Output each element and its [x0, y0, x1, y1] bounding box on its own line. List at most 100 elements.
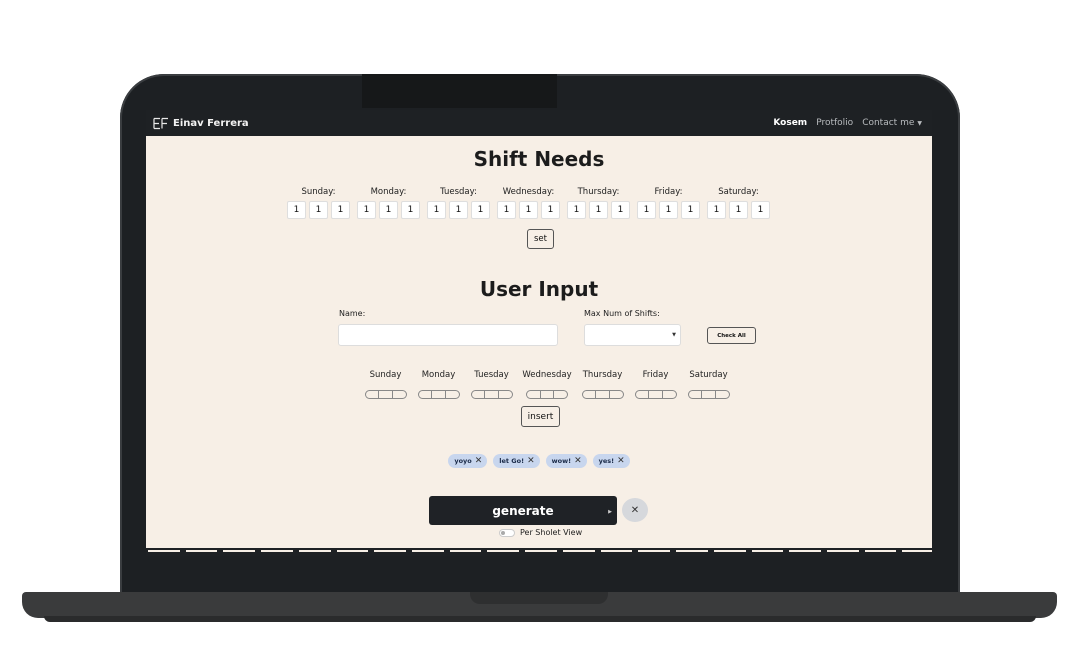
- shift-checkbox[interactable]: [596, 391, 610, 398]
- shift-count-input[interactable]: 1: [611, 201, 630, 219]
- day-group-sunday: Sunday: 1 1 1: [287, 187, 350, 219]
- day-group-monday: Monday: 1 1 1: [357, 187, 420, 219]
- shift-checkbox[interactable]: [689, 391, 703, 398]
- availability-day: Friday: [629, 370, 682, 399]
- user-chip-label: yoyo: [454, 457, 472, 465]
- shift-count-input[interactable]: 1: [567, 201, 586, 219]
- day-label: Friday:: [654, 187, 683, 197]
- shift-checkbox[interactable]: [554, 391, 567, 398]
- shift-checkbox[interactable]: [499, 391, 512, 398]
- shift-checkbox[interactable]: [485, 391, 499, 398]
- shift-checkbox[interactable]: [541, 391, 555, 398]
- shift-count-input[interactable]: 1: [589, 201, 608, 219]
- shift-checkbox[interactable]: [419, 391, 433, 398]
- shift-checkbox[interactable]: [446, 391, 459, 398]
- clear-button[interactable]: ✕: [622, 498, 648, 522]
- shift-count-input[interactable]: 1: [751, 201, 770, 219]
- shift-checkbox[interactable]: [366, 391, 380, 398]
- shift-count-input[interactable]: 1: [659, 201, 678, 219]
- shift-count-input[interactable]: 1: [729, 201, 748, 219]
- navbar: Einav Ferrera Kosem Protfolio Contact me…: [146, 110, 932, 136]
- generate-button[interactable]: generate ▶: [429, 496, 617, 525]
- strip-segment: [148, 550, 180, 552]
- strip-segment: [562, 550, 595, 552]
- check-all-button[interactable]: Check All: [707, 327, 756, 344]
- brand-name: Einav Ferrera: [173, 117, 249, 129]
- strip-segment: [298, 550, 331, 552]
- shift-count-input[interactable]: 1: [357, 201, 376, 219]
- laptop-camera-bar: [362, 74, 557, 108]
- user-chip: yoyo ✕: [448, 454, 488, 468]
- strip-segment: [600, 550, 633, 552]
- shift-count-input[interactable]: 1: [449, 201, 468, 219]
- caret-right-icon: ▶: [608, 509, 612, 515]
- shift-count-input[interactable]: 1: [401, 201, 420, 219]
- name-input[interactable]: [338, 324, 558, 346]
- close-icon[interactable]: ✕: [475, 456, 483, 466]
- toggle-switch[interactable]: [499, 528, 515, 537]
- shift-count-input[interactable]: 1: [541, 201, 560, 219]
- user-chip: wow! ✕: [545, 454, 587, 468]
- close-icon: ✕: [630, 504, 640, 516]
- strip-segment: [185, 550, 218, 552]
- user-chip: yes! ✕: [592, 454, 630, 468]
- app-screen: Einav Ferrera Kosem Protfolio Contact me…: [146, 110, 932, 556]
- shift-count-input[interactable]: 1: [331, 201, 350, 219]
- per-sholet-view-toggle: Per Sholet View: [499, 528, 582, 537]
- availability-day: Monday: [412, 370, 465, 399]
- strip-segment: [525, 550, 557, 552]
- laptop-base-notch: [470, 592, 608, 604]
- shift-checkbox[interactable]: [527, 391, 541, 398]
- shift-count-input[interactable]: 1: [309, 201, 328, 219]
- strip-segment: [789, 550, 821, 552]
- shift-checkbox[interactable]: [583, 391, 597, 398]
- close-icon[interactable]: ✕: [574, 456, 582, 466]
- shift-count-input[interactable]: 1: [379, 201, 398, 219]
- shift-count-input[interactable]: 1: [427, 201, 446, 219]
- nav-link-kosem[interactable]: Kosem: [773, 118, 807, 128]
- shift-count-input[interactable]: 1: [497, 201, 516, 219]
- insert-button[interactable]: insert: [521, 406, 560, 427]
- weekday-label: Wednesday: [522, 370, 572, 380]
- nav-link-contact-label: Contact me: [862, 118, 915, 128]
- user-chip: let Go! ✕: [493, 454, 540, 468]
- day-label: Monday:: [370, 187, 407, 197]
- brand-link[interactable]: Einav Ferrera: [153, 117, 249, 130]
- shift-checkbox[interactable]: [432, 391, 446, 398]
- shift-checkbox[interactable]: [649, 391, 663, 398]
- weekday-label: Sunday: [369, 370, 402, 380]
- shift-count-input[interactable]: 1: [681, 201, 700, 219]
- strip-segment: [374, 550, 407, 552]
- day-group-tuesday: Tuesday: 1 1 1: [427, 187, 490, 219]
- max-shifts-select[interactable]: ▼: [584, 324, 681, 346]
- set-button[interactable]: set: [527, 229, 554, 249]
- shift-count-input[interactable]: 1: [471, 201, 490, 219]
- shift-checkbox[interactable]: [636, 391, 650, 398]
- availability-day: Tuesday: [465, 370, 518, 399]
- shift-count-input[interactable]: 1: [287, 201, 306, 219]
- availability-day: Saturday: [682, 370, 735, 399]
- strip-segment: [412, 550, 444, 552]
- shift-checkbox[interactable]: [379, 391, 393, 398]
- weekday-label: Monday: [421, 370, 456, 380]
- day-shift-inputs: 1 1 1: [707, 201, 770, 219]
- nav-link-contact[interactable]: Contact me ▼: [862, 118, 922, 128]
- shift-checkbox[interactable]: [702, 391, 716, 398]
- nav-link-protfolio[interactable]: Protfolio: [816, 118, 853, 128]
- toggle-knob: [501, 530, 505, 535]
- chevron-down-icon: ▼: [917, 120, 922, 127]
- close-icon[interactable]: ✕: [527, 456, 535, 466]
- shift-count-input[interactable]: 1: [519, 201, 538, 219]
- shift-checkbox[interactable]: [610, 391, 623, 398]
- shift-checkbox[interactable]: [663, 391, 676, 398]
- shift-count-input[interactable]: 1: [707, 201, 726, 219]
- shift-checkbox[interactable]: [716, 391, 729, 398]
- shift-count-input[interactable]: 1: [637, 201, 656, 219]
- shift-checkbox[interactable]: [393, 391, 406, 398]
- day-shift-inputs: 1 1 1: [567, 201, 630, 219]
- day-group-friday: Friday: 1 1 1: [637, 187, 700, 219]
- strip-segment: [223, 550, 256, 552]
- shift-checkbox-group: [634, 390, 677, 399]
- close-icon[interactable]: ✕: [617, 456, 625, 466]
- shift-checkbox[interactable]: [472, 391, 486, 398]
